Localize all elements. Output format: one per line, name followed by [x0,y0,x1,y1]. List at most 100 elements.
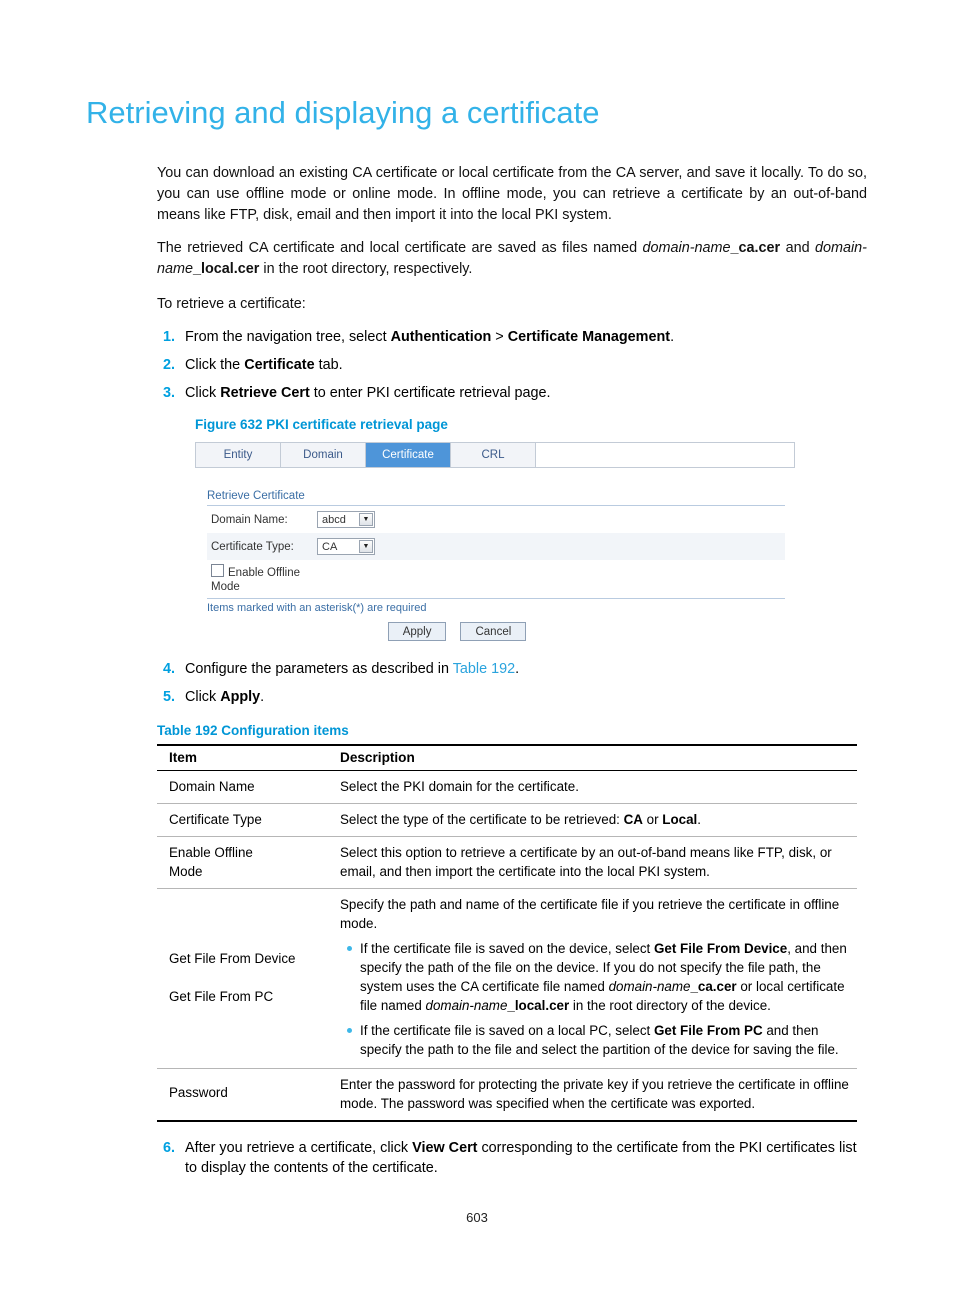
intro-p2-part1: The retrieved CA certificate and local c… [157,240,643,256]
header-item: Item [157,744,332,771]
step-5-text: Click Apply. [185,687,867,707]
step-1-post: . [670,329,675,345]
b2-bold1: Get File From PC [654,1023,763,1038]
row-password-desc: Enter the password for protecting the pr… [332,1068,857,1122]
step-1-number: 1. [163,329,176,345]
document-page: Retrieving and displaying a certificate … [0,0,954,1296]
form-buttons: Apply Cancel [207,622,707,641]
domain-name-select[interactable]: abcd ▼ [317,511,375,528]
table-caption: Table 192 Configuration items [157,723,349,738]
enable-offline-mode-checkbox[interactable] [211,564,224,577]
tab-bar: Entity Domain Certificate CRL [195,442,795,468]
step-2-post: tab. [314,357,343,373]
row-domain-name-desc: Select the PKI domain for the certificat… [332,770,857,804]
intro-p2-italic1: domain-name [642,240,731,256]
figure-caption: Figure 632 PKI certificate retrieval pag… [195,417,448,432]
tab-entity[interactable]: Entity [196,443,281,467]
step-2-bold-1: Certificate [244,357,315,373]
row-get-file-item: Get File From Device Get File From PC [157,888,332,1069]
table-row: Domain Name Select the PKI domain for th… [157,770,857,804]
cert-type-desc-pre: Select the type of the certificate to be… [340,812,624,827]
step-3-post: to enter PKI certificate retrieval page. [309,385,551,401]
procedure-steps-continued: 4. Configure the parameters as described… [157,659,867,707]
step-6-text: After you retrieve a certificate, click … [185,1138,867,1178]
step-2-pre: Click the [185,357,245,373]
get-file-desc-intro: Specify the path and name of the certifi… [340,897,840,931]
table-row: Enable Offline Mode Select this option to… [157,836,857,889]
step-4-pre: Configure the parameters as described in [185,661,453,677]
row-certificate-type-item: Certificate Type [157,803,332,837]
step-1-bold-1: Authentication [390,329,492,345]
content-area: You can download an existing CA certific… [157,163,867,1186]
table-row: Get File From Device Get File From PC Spe… [157,888,857,1069]
step-4: 4. Configure the parameters as described… [157,659,867,679]
domain-name-row: Domain Name: abcd ▼ [207,506,785,533]
step-4-text: Configure the parameters as described in… [185,659,867,679]
step-5: 5. Click Apply. [157,687,867,707]
certificate-type-select[interactable]: CA ▼ [317,538,375,555]
form-section-title: Retrieve Certificate [207,490,785,506]
b1-e: in the root directory of the device. [569,998,771,1013]
procedure-steps: 1. From the navigation tree, select Auth… [157,327,867,403]
tab-bar-filler [536,443,794,467]
b1-a: If the certificate file is saved on the … [360,941,654,956]
table-header-row: Item Description [157,744,857,771]
tab-certificate[interactable]: Certificate [366,443,451,467]
chevron-down-icon[interactable]: ▼ [359,513,373,526]
table-row: Password Enter the password for protecti… [157,1068,857,1122]
certificate-type-label: Certificate Type: [211,540,294,553]
row-domain-name-item: Domain Name [157,770,332,804]
step-1-bold-2: Certificate Management [507,329,671,345]
b1-bold3: _local.cer [507,998,570,1013]
step-3-text: Click Retrieve Cert to enter PKI certifi… [185,383,867,403]
step-5-pre: Click [185,689,221,705]
page-number: 603 [466,1210,488,1225]
intro-paragraph-2: The retrieved CA certificate and local c… [157,238,867,280]
b2-a: If the certificate file is saved on a lo… [360,1023,654,1038]
figure-screenshot: Entity Domain Certificate CRL Retrieve C… [195,442,795,641]
cancel-button[interactable]: Cancel [460,622,527,641]
step-1: 1. From the navigation tree, select Auth… [157,327,867,347]
step-2-text: Click the Certificate tab. [185,355,867,375]
row-enable-offline-desc: Select this option to retrieve a certifi… [332,836,857,889]
step-2: 2. Click the Certificate tab. [157,355,867,375]
table-192-crossref[interactable]: Table 192 [453,661,515,677]
tab-domain[interactable]: Domain [281,443,366,467]
intro-paragraph-3: To retrieve a certificate: [157,296,306,312]
domain-name-label: Domain Name: [211,513,288,526]
tab-crl[interactable]: CRL [451,443,536,467]
step-6: 6. After you retrieve a certificate, cli… [157,1138,867,1178]
retrieve-certificate-form: Retrieve Certificate Domain Name: abcd ▼… [195,490,785,641]
row-enable-offline-item: Enable Offline Mode [157,836,332,889]
step-1-pre: From the navigation tree, select [185,329,391,345]
intro-p2-bold1: _ca.cer [730,240,781,256]
intro-paragraph-1: You can download an existing CA certific… [157,165,867,223]
step-1-text: From the navigation tree, select Authent… [185,327,867,347]
page-title: Retrieving and displaying a certificate [86,95,600,130]
table-row: Certificate Type Select the type of the … [157,803,857,837]
step-5-post: . [260,689,265,705]
step-6-pre: After you retrieve a certificate, click [185,1140,413,1156]
row-enable-offline-item-line1: Enable Offline [169,845,253,860]
get-file-bullet-2: If the certificate file is saved on a lo… [347,1021,857,1059]
row-get-file-desc: Specify the path and name of the certifi… [332,888,857,1069]
enable-offline-mode-label-line1: Enable Offline [228,567,301,579]
row-password-item: Password [157,1068,332,1122]
step-3: 3. Click Retrieve Cert to enter PKI cert… [157,383,867,403]
step-5-number: 5. [163,689,176,705]
row-enable-offline-item-line2: Mode [169,864,203,879]
step-4-number: 4. [163,661,176,677]
cert-type-desc-bold2: Local [662,812,698,827]
step-3-number: 3. [163,385,176,401]
b1-bold1: Get File From Device [654,941,788,956]
apply-button[interactable]: Apply [387,622,447,641]
enable-offline-mode-label-line2: Mode [211,581,240,593]
step-6-bold: View Cert [412,1140,478,1156]
b1-bold2: _ca.cer [690,979,737,994]
row-get-file-item-line2: Get File From PC [169,989,274,1004]
domain-name-value: abcd [322,513,346,526]
chevron-down-icon[interactable]: ▼ [359,540,373,553]
procedure-steps-final: 6. After you retrieve a certificate, cli… [157,1138,867,1178]
enable-offline-mode-labelwrap: Enable Offline Mode [207,564,300,594]
cert-type-desc-bold1: CA [623,812,643,827]
